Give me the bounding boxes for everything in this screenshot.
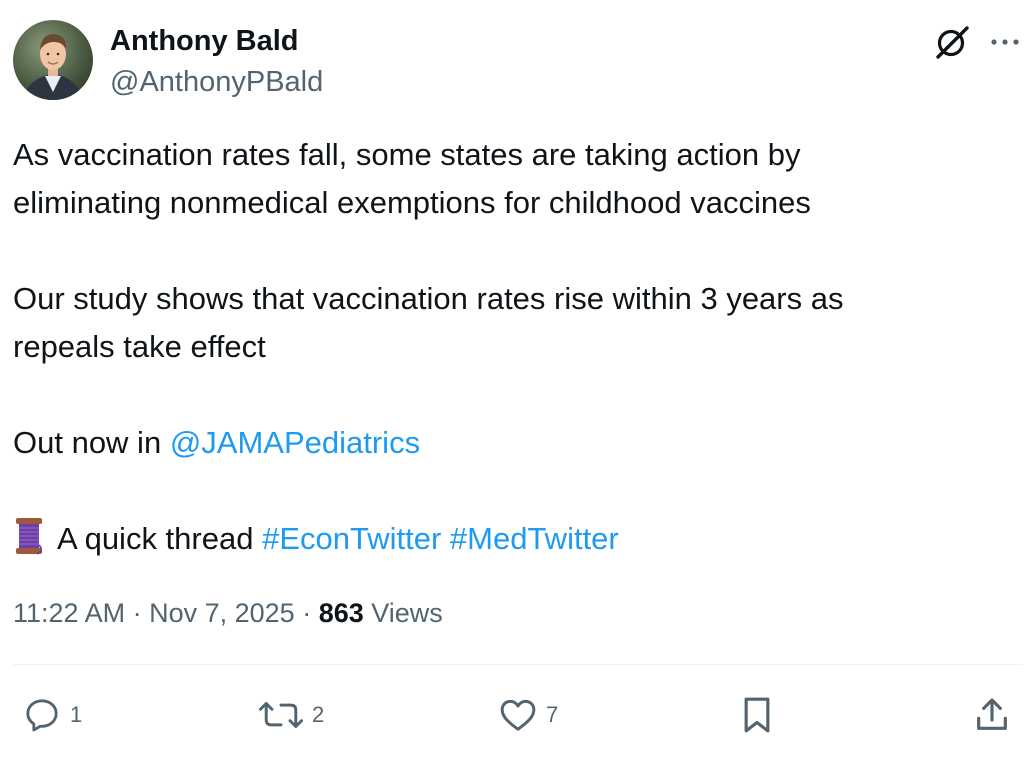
tweet-text: As vaccination rates fall, some states a… bbox=[13, 131, 1013, 563]
spool-of-thread-icon bbox=[13, 517, 47, 555]
views-label: Views bbox=[363, 598, 443, 628]
like-button[interactable]: 7 bbox=[498, 694, 558, 736]
tweet-line: As vaccination rates fall, some states a… bbox=[13, 137, 801, 172]
heart-icon bbox=[500, 699, 536, 731]
tweet-line-mention: Out now in @JAMAPediatrics bbox=[13, 419, 1013, 467]
out-now-text: Out now in bbox=[13, 425, 170, 460]
meta-separator: · bbox=[294, 598, 319, 628]
mention-link[interactable]: @JAMAPediatrics bbox=[170, 425, 420, 460]
hashtag-econtwitter[interactable]: #EconTwitter bbox=[262, 521, 441, 556]
author-handle[interactable]: @AnthonyPBald bbox=[110, 64, 323, 100]
divider bbox=[13, 664, 1023, 665]
meta-separator: · bbox=[125, 598, 150, 628]
reply-button[interactable]: 1 bbox=[22, 694, 82, 736]
avatar-photo bbox=[13, 20, 93, 100]
avatar[interactable] bbox=[13, 20, 93, 100]
repost-icon bbox=[258, 702, 304, 728]
tweet-time[interactable]: 11:22 AM bbox=[13, 598, 125, 628]
thread-text: A quick thread bbox=[57, 521, 263, 556]
reply-count: 1 bbox=[70, 702, 83, 727]
tweet-line: Our study shows that vaccination rates r… bbox=[13, 281, 844, 316]
reply-icon bbox=[26, 699, 58, 732]
share-button[interactable] bbox=[972, 694, 1012, 736]
repost-button[interactable]: 2 bbox=[258, 694, 324, 736]
tweet-line: repeals take effect bbox=[13, 329, 266, 364]
bookmark-button[interactable] bbox=[737, 694, 777, 736]
share-icon bbox=[977, 698, 1007, 730]
tweet-line: eliminating nonmedical exemptions for ch… bbox=[13, 185, 811, 220]
tweet-card: Anthony Bald @AnthonyPBald As vaccinatio… bbox=[0, 0, 1034, 757]
tweet-date[interactable]: Nov 7, 2025 bbox=[149, 598, 295, 628]
repost-count: 2 bbox=[312, 702, 325, 727]
more-options-icon[interactable] bbox=[985, 22, 1025, 62]
grok-icon[interactable] bbox=[932, 22, 972, 62]
like-count: 7 bbox=[546, 702, 559, 727]
bookmark-icon bbox=[744, 697, 770, 733]
views-count: 863 bbox=[318, 598, 364, 628]
tweet-metadata: 11:22 AM · Nov 7, 2025 · 863 Views bbox=[13, 595, 443, 631]
author-name[interactable]: Anthony Bald bbox=[110, 23, 299, 59]
tweet-line-thread: A quick thread #EconTwitter #MedTwitter bbox=[13, 515, 1013, 563]
hashtag-medtwitter[interactable]: #MedTwitter bbox=[450, 521, 619, 556]
